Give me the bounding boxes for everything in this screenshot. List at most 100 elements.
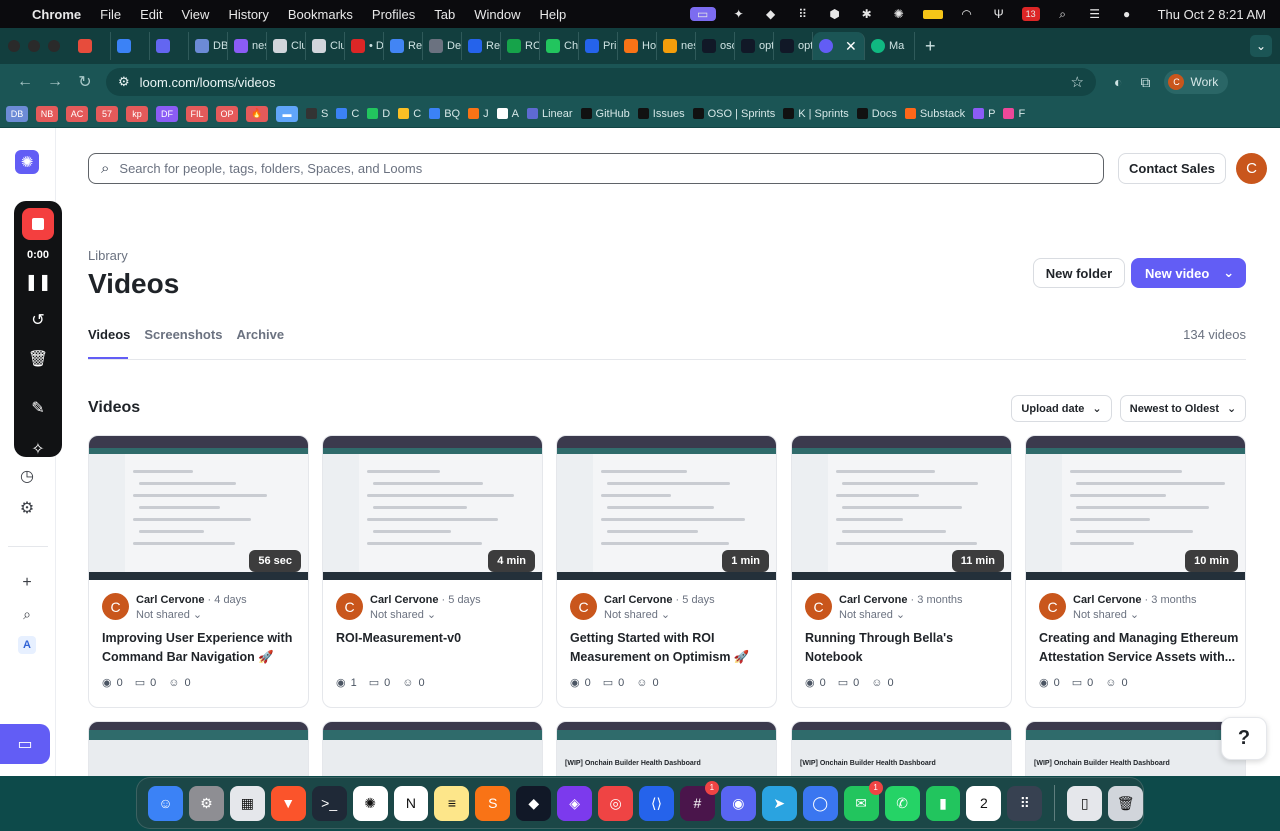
grid-app-icon[interactable]: ⠿ xyxy=(1007,785,1043,821)
antenna-icon[interactable]: Ψ xyxy=(990,7,1008,21)
author-name[interactable]: Carl Cervone xyxy=(839,594,907,606)
brave-icon[interactable]: ▼ xyxy=(270,785,306,821)
browser-tab[interactable]: nes xyxy=(228,32,267,60)
video-card[interactable]: 10 min C Carl Cervone · 3 months Not shared… xyxy=(1025,435,1246,708)
downloads-icon[interactable]: ▯ xyxy=(1067,785,1103,821)
browser-tab[interactable]: Rep xyxy=(462,32,501,60)
bookmark-star-icon[interactable]: ☆ xyxy=(1071,73,1084,91)
video-card[interactable]: [WIP] Onchain Builder Health Dashboard xyxy=(1025,721,1246,776)
bookmark-item[interactable]: J xyxy=(468,108,489,120)
browser-tab[interactable]: Def xyxy=(423,32,462,60)
workspace-avatar[interactable]: A xyxy=(18,636,36,654)
browser-tab[interactable]: DB xyxy=(189,32,228,60)
video-card[interactable] xyxy=(88,721,309,776)
breadcrumb[interactable]: Library xyxy=(88,248,128,263)
sharing-dropdown[interactable]: Not shared ⌄ xyxy=(370,608,436,621)
menu-bookmarks[interactable]: Bookmarks xyxy=(288,7,353,22)
discord-icon[interactable]: ◉ xyxy=(720,785,756,821)
close-window-button[interactable] xyxy=(8,40,20,52)
box-icon[interactable]: ⬢ xyxy=(826,7,844,21)
sharing-dropdown[interactable]: Not shared ⌄ xyxy=(604,608,670,621)
menu-file[interactable]: File xyxy=(100,7,121,22)
close-tab-icon[interactable]: ✕ xyxy=(845,38,857,55)
settings-icon[interactable]: ⚙ xyxy=(188,785,224,821)
search-icon[interactable]: ⌕ xyxy=(16,603,38,625)
sort-field-dropdown[interactable]: Upload date ⌄ xyxy=(1011,395,1112,422)
sharing-dropdown[interactable]: Not shared ⌄ xyxy=(1073,608,1139,621)
tab-extra[interactable]: Ma xyxy=(865,32,915,60)
author-avatar[interactable]: C xyxy=(336,593,363,620)
browser-tab[interactable]: Ho xyxy=(618,32,657,60)
pin-icon[interactable]: ◆ xyxy=(762,7,780,21)
battery-icon[interactable] xyxy=(922,7,944,21)
help-button[interactable]: ? xyxy=(1221,717,1267,760)
browser-tab[interactable]: opt xyxy=(774,32,813,60)
bookmark-item[interactable]: Substack xyxy=(904,108,965,120)
bookmark-item[interactable]: P xyxy=(973,108,995,120)
messages-icon[interactable]: ✉ 1 xyxy=(843,780,883,821)
bookmark-chip[interactable]: 🔥 xyxy=(246,105,268,122)
notes-icon[interactable]: ≡ xyxy=(434,785,470,821)
browser-tab[interactable]: Pri xyxy=(579,32,618,60)
tab-screenshots[interactable]: Screenshots xyxy=(144,327,222,342)
tab-active-loom[interactable]: ✕ xyxy=(813,32,865,60)
grid-icon[interactable]: ⠿ xyxy=(794,7,812,21)
video-title[interactable]: Creating and Managing Ethereum Attestati… xyxy=(1039,629,1239,667)
author-avatar[interactable]: C xyxy=(805,593,832,620)
video-thumbnail[interactable]: 4 min xyxy=(323,436,542,580)
restart-icon[interactable]: ↺ xyxy=(26,308,50,332)
finder-icon[interactable]: ☺ xyxy=(148,785,183,821)
effects-icon[interactable]: ✧ xyxy=(26,437,50,461)
calendar-icon[interactable]: 2 xyxy=(966,785,1002,821)
minimize-window-button[interactable] xyxy=(28,40,40,52)
telegram-icon[interactable]: ➤ xyxy=(761,785,797,821)
history-icon[interactable]: ◷ xyxy=(16,465,38,487)
site-info-icon[interactable]: ⚙ xyxy=(118,74,130,90)
pause-icon[interactable]: ❚❚ xyxy=(25,270,52,294)
video-title[interactable]: Running Through Bella's Notebook xyxy=(805,629,1005,667)
control-center-icon[interactable]: ☰ xyxy=(1086,7,1104,21)
tab-archive[interactable]: Archive xyxy=(236,327,284,342)
calendar-status-icon[interactable]: 13 xyxy=(1021,7,1040,21)
bookmark-item[interactable]: OSO | Sprints xyxy=(692,108,775,120)
bookmark-chip[interactable]: FIL xyxy=(186,105,208,122)
sublime-icon[interactable]: S xyxy=(475,785,511,821)
author-name[interactable]: Carl Cervone xyxy=(136,594,204,606)
vscode-icon[interactable]: ⟨⟩ xyxy=(639,785,674,821)
video-card[interactable]: 56 sec C Carl Cervone · 4 days Not shared ⌄… xyxy=(88,435,309,708)
browser-tab[interactable]: Ch xyxy=(540,32,579,60)
whatsapp-icon[interactable]: ✆ xyxy=(884,785,920,821)
video-card[interactable]: [WIP] Onchain Builder Health Dashboard xyxy=(791,721,1012,776)
zoom-window-button[interactable] xyxy=(48,40,60,52)
dropbox-icon[interactable]: ✦ xyxy=(730,7,748,21)
draw-icon[interactable]: ✎ xyxy=(26,396,50,420)
menu-app-name[interactable]: Chrome xyxy=(32,7,81,22)
extensions-puzzle-icon[interactable]: ⧉ xyxy=(1140,74,1150,91)
address-bar[interactable]: ⚙ loom.com/looms/videos ☆ xyxy=(106,68,1096,96)
trash-icon[interactable]: 🗑 xyxy=(26,347,50,371)
bookmark-chip[interactable]: AC xyxy=(66,105,88,122)
menu-edit[interactable]: Edit xyxy=(140,7,162,22)
video-card[interactable]: [WIP] Onchain Builder Health Dashboard xyxy=(556,721,777,776)
video-thumbnail[interactable]: 10 min xyxy=(1026,436,1245,580)
video-title[interactable]: Getting Started with ROI Measurement on … xyxy=(570,629,770,667)
new-tab-button[interactable]: + xyxy=(925,36,936,57)
trash-icon[interactable]: 🗑 xyxy=(1108,785,1144,821)
bookmark-item[interactable]: Linear xyxy=(526,108,573,120)
bookmark-item[interactable]: A xyxy=(496,108,519,120)
menu-window[interactable]: Window xyxy=(474,7,520,22)
obsidian-icon[interactable]: ◈ xyxy=(557,785,593,821)
record-camera-button[interactable]: ▭ xyxy=(0,724,50,764)
profile-button[interactable]: C Work xyxy=(1164,70,1229,94)
author-name[interactable]: Carl Cervone xyxy=(1073,594,1141,606)
siri-icon[interactable]: ● xyxy=(1118,7,1136,21)
browser-tab[interactable]: RO xyxy=(501,32,540,60)
bookmark-item[interactable]: Docs xyxy=(856,108,897,120)
sort-order-dropdown[interactable]: Newest to Oldest ⌄ xyxy=(1120,395,1246,422)
browser-tab[interactable]: • D xyxy=(345,32,384,60)
cursor-icon[interactable]: ◆ xyxy=(516,785,552,821)
video-card[interactable] xyxy=(322,721,543,776)
forward-arrow-icon[interactable]: → xyxy=(40,73,70,91)
bookmark-item[interactable]: Issues xyxy=(637,108,685,120)
add-icon[interactable]: + xyxy=(16,572,38,594)
